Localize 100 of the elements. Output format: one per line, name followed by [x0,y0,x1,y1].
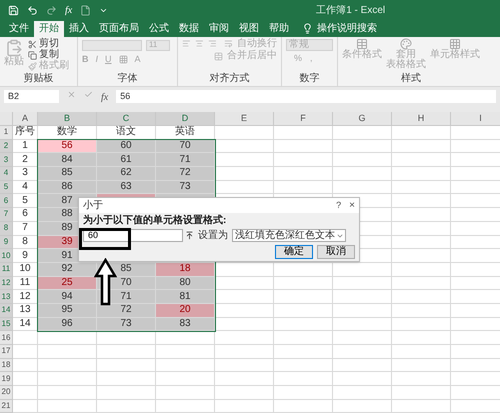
row-header[interactable]: 19 [0,372,13,386]
table-cell [97,358,156,372]
function-button[interactable]: fx [65,2,72,18]
table-cell [392,140,451,154]
ribbon-tab[interactable]: 页面布局 [94,21,144,37]
row-header[interactable]: 6 [0,194,13,208]
row-header[interactable]: 3 [0,153,13,168]
paste-icon[interactable] [5,39,23,57]
wrap-text-icon[interactable] [224,39,233,48]
help-button[interactable]: ? [336,198,342,212]
table-cell: 86 [38,180,97,194]
table-cell [13,372,38,386]
row-header[interactable]: 9 [0,236,13,250]
table-cell [156,358,215,372]
group-label: 字体 [116,74,138,86]
column-header[interactable]: F [274,112,333,125]
align-right-icon[interactable] [208,39,216,48]
table-cell [13,345,38,359]
row-header[interactable]: 21 [0,400,13,413]
table-cell [333,372,392,386]
confirm-icon[interactable] [84,90,93,99]
table-cell [215,386,274,400]
ribbon-tab[interactable]: 公式 [144,21,174,37]
table-cell [215,345,274,359]
close-button[interactable]: × [349,198,355,213]
row-header[interactable]: 11 [0,262,13,277]
ribbon-tab[interactable]: 开始 [34,21,64,37]
column-header[interactable]: B [38,112,97,125]
table-cell [156,345,215,359]
palette-icon[interactable] [400,38,412,50]
table-cell [156,386,215,400]
dialog-button[interactable]: 取消 [317,245,355,259]
border-icon[interactable] [118,55,128,64]
row-header[interactable]: 14 [0,304,13,318]
table-cell: 81 [156,290,215,304]
table-cell [451,236,500,250]
cut-button[interactable]: 剪切 [39,39,59,49]
row-header[interactable]: 10 [0,249,13,263]
undo-icon[interactable] [27,4,38,16]
table-cell [215,372,274,386]
ribbon-tab[interactable]: 视图 [234,21,264,37]
ribbon-tab[interactable]: 审阅 [204,21,234,37]
ribbon-tab[interactable]: 数据 [174,21,204,37]
align-left-icon[interactable] [182,39,191,48]
column-header[interactable]: C [97,112,156,125]
table-cell [392,249,451,263]
row-header[interactable]: 7 [0,208,13,222]
lightbulb-icon[interactable] [302,23,313,34]
ribbon-tab[interactable]: 插入 [64,21,94,37]
group-label: 剪贴板 [22,74,54,86]
formula-field[interactable]: 56 [116,90,496,103]
dialog-button[interactable]: 确定 [275,245,313,259]
ribbon-tab[interactable]: 文件 [4,21,34,37]
save-icon[interactable] [8,4,19,16]
copy-button[interactable]: 复制 [39,50,59,60]
row-header[interactable]: 5 [0,180,13,194]
font-name-field[interactable] [82,40,142,51]
row-header[interactable]: 4 [0,167,13,181]
row-header[interactable]: 18 [0,358,13,372]
table-cell [215,153,274,168]
cancel-icon[interactable] [67,90,76,99]
scissors-icon[interactable] [28,40,37,48]
table-cell [38,372,97,386]
row-header[interactable]: 17 [0,345,13,359]
row-header[interactable]: 15 [0,318,13,332]
table-cell [274,276,333,290]
table-icon[interactable] [356,38,368,50]
table-cell [274,126,333,140]
table-cell: 96 [38,318,97,332]
table-cell: 71 [156,153,215,168]
table-cell [274,167,333,181]
column-header[interactable]: D [156,112,215,125]
column-header[interactable]: G [333,112,392,125]
cell-style-icon[interactable] [449,38,461,50]
table-cell [333,262,392,277]
ribbon-tab[interactable]: 帮助 [264,21,294,37]
row-header[interactable]: 16 [0,331,13,345]
table-cell [392,194,451,208]
collapse-icon[interactable] [185,231,194,240]
row-header[interactable]: 2 [0,140,13,154]
column-header[interactable]: I [451,112,500,125]
column-header[interactable]: H [392,112,451,125]
tell-me-search[interactable]: 操作说明搜索 [317,24,377,34]
copy-icon[interactable] [28,50,37,60]
annotation-rectangle [79,228,131,250]
format-dropdown[interactable]: 浅红填充色深红色文本 [232,229,346,242]
column-header[interactable]: E [215,112,274,125]
table-cell [392,276,451,290]
row-header[interactable]: 12 [0,276,13,290]
row-header[interactable]: 20 [0,386,13,400]
row-header[interactable]: 8 [0,222,13,236]
row-header[interactable]: 1 [0,126,13,140]
row-header[interactable]: 13 [0,290,13,304]
align-center-icon[interactable] [194,39,204,48]
name-box[interactable]: B2 [4,90,59,103]
table-cell [274,358,333,372]
value-input[interactable]: 60 [83,229,183,242]
table-cell [97,386,156,400]
merge-icon[interactable] [214,52,223,60]
insert-function-button[interactable]: fx [101,90,108,105]
